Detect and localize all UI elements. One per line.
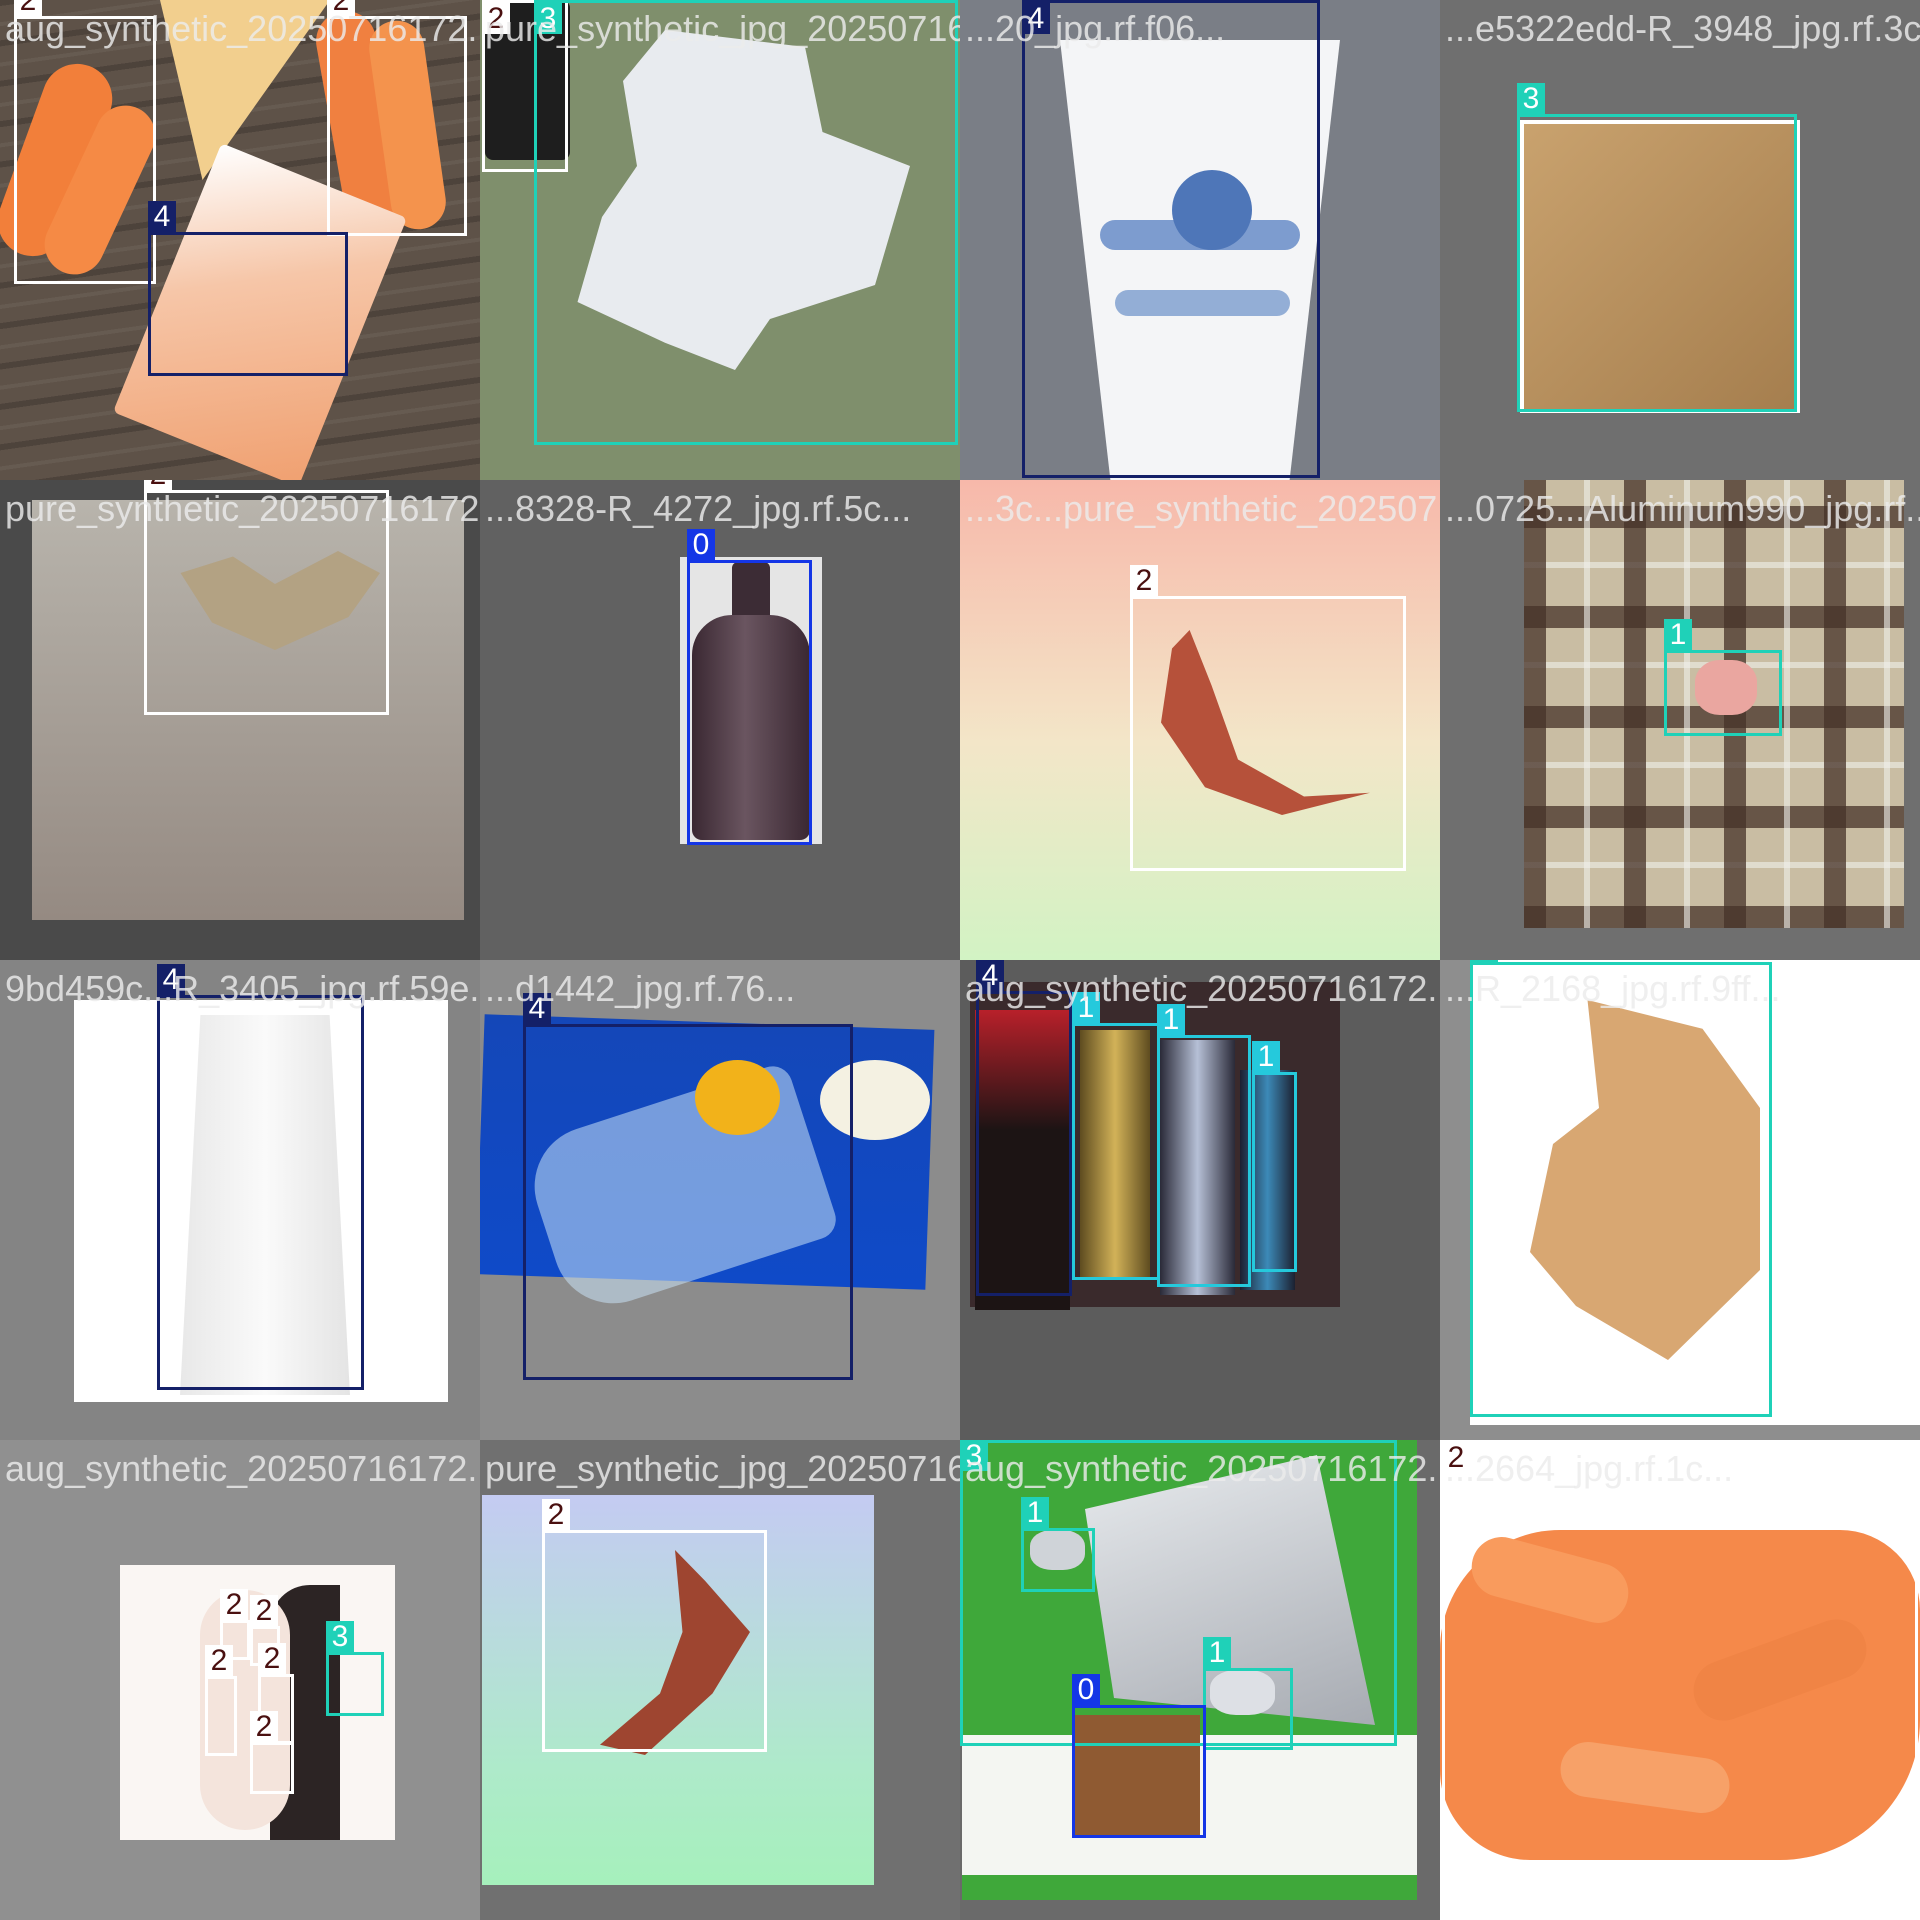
image-tile: 9bd459c...R_3405_jpg.rf.59e... 4 [0, 960, 480, 1440]
tile-filename: aug_synthetic_20250716172... [5, 1448, 480, 1489]
tile-filename: ...8328-R_4272_jpg.rf.5c... [485, 488, 912, 529]
bounding-box: 4 [523, 993, 853, 1380]
bounding-box: 1 [1252, 1041, 1297, 1272]
bounding-box: 0 [687, 529, 812, 845]
tile-filename: ...0725...Aluminum990_jpg.rf... [1445, 488, 1920, 529]
class-label: 2 [250, 1711, 278, 1742]
bounding-box: 3 [534, 0, 958, 445]
class-label: 3 [1517, 83, 1545, 114]
tile-filename: ...20_jpg.rf.f06... [965, 8, 1226, 49]
class-label: 1 [1021, 1497, 1049, 1528]
tile-filename: pure_synthetic_jpg_20250716172... [485, 1448, 960, 1489]
class-label: 0 [687, 529, 715, 560]
bounding-box: 1 [1021, 1497, 1095, 1592]
image-tile: aug_synthetic_20250716172... 2 2 4 [0, 0, 480, 480]
class-label: 2 [258, 1643, 286, 1674]
tile-filename: ...d1442_jpg.rf.76... [485, 968, 796, 1009]
tile-filename: aug_synthetic_20250716172...jpg [965, 1448, 1440, 1489]
detection-mosaic: aug_synthetic_20250716172... 2 2 4 pure_… [0, 0, 1920, 1920]
class-label: 1 [1664, 619, 1692, 650]
tile-filename: aug_synthetic_20250716172... [965, 968, 1440, 1009]
image-tile: ...3c...pure_synthetic_20250716172... 2 [960, 480, 1440, 960]
bounding-box: 2 [1130, 565, 1406, 871]
class-label: 3 [1470, 960, 1498, 962]
image-tile: pure_synthetic_jpg_20250716172...10049.j… [480, 0, 960, 480]
class-label: 2 [220, 1589, 248, 1620]
class-label: 3 [326, 1621, 354, 1652]
bounding-box: 0 [1072, 1674, 1206, 1838]
class-label: 2 [1130, 565, 1158, 596]
bounding-box: 1 [1072, 992, 1160, 1280]
image-tile: ...0725...Aluminum990_jpg.rf... 1 [1440, 480, 1920, 960]
tile-filename: ...3c...pure_synthetic_20250716172... [965, 488, 1440, 529]
bounding-box: 2 [205, 1645, 237, 1756]
bounding-box: 4 [157, 964, 364, 1390]
bounding-box: 1 [1157, 1004, 1251, 1287]
tile-filename: 9bd459c...R_3405_jpg.rf.59e... [5, 968, 480, 1009]
bounding-box: 2 [542, 1499, 767, 1752]
bounding-box: 2 [14, 0, 156, 284]
class-label: 4 [148, 201, 176, 232]
bounding-box: 4 [976, 960, 1072, 1296]
class-label: 2 [542, 1499, 570, 1530]
image-tile: ...e5322edd-R_3948_jpg.rf.3c... 3 [1440, 0, 1920, 480]
tile-filename: ...2664_jpg.rf.1c... [1445, 1448, 1734, 1489]
tile-filename: pure_synthetic_2025071617264... [5, 488, 480, 529]
bounding-box: 3 [1517, 83, 1797, 412]
class-label: 2 [205, 1645, 233, 1676]
image-tile: aug_synthetic_20250716172... 4 1 1 1 [960, 960, 1440, 1440]
tile-filename: pure_synthetic_jpg_20250716172...10049.j… [485, 8, 960, 49]
tile-filename: ...R_2168_jpg.rf.9ff... [1445, 968, 1781, 1009]
class-label: 1 [1203, 1637, 1231, 1668]
image-tile: ...2664_jpg.rf.1c... 2 [1440, 1440, 1920, 1920]
image-tile: aug_synthetic_20250716172...jpg 3 1 1 0 [960, 1440, 1440, 1920]
image-tile: pure_synthetic_jpg_20250716172... 2 [480, 1440, 960, 1920]
bounding-box: 1 [1203, 1637, 1293, 1750]
image-tile: ...8328-R_4272_jpg.rf.5c... 0 [480, 480, 960, 960]
bounding-box: 3 [1470, 960, 1772, 1417]
bounding-box: 4 [1022, 0, 1320, 478]
image-tile: aug_synthetic_20250716172... 2 2 2 2 2 3 [0, 1440, 480, 1920]
bounding-box: 1 [1664, 619, 1782, 736]
image-tile: ...20_jpg.rf.f06... 4 [960, 0, 1440, 480]
class-label: 2 [250, 1595, 278, 1626]
image-tile: ...R_2168_jpg.rf.9ff... 3 [1440, 960, 1920, 1440]
class-label: 1 [1252, 1041, 1280, 1072]
bounding-box: 3 [326, 1621, 384, 1716]
bounding-box: 2 [1442, 1442, 1918, 1918]
image-tile: ...d1442_jpg.rf.76... 4 [480, 960, 960, 1440]
image-tile: pure_synthetic_2025071617264... 2 [0, 480, 480, 960]
bounding-box: 2 [250, 1711, 294, 1794]
tile-filename: aug_synthetic_20250716172... [5, 8, 480, 49]
bounding-box: 4 [148, 201, 348, 376]
tile-filename: ...e5322edd-R_3948_jpg.rf.3c... [1445, 8, 1920, 49]
class-label: 0 [1072, 1674, 1100, 1705]
